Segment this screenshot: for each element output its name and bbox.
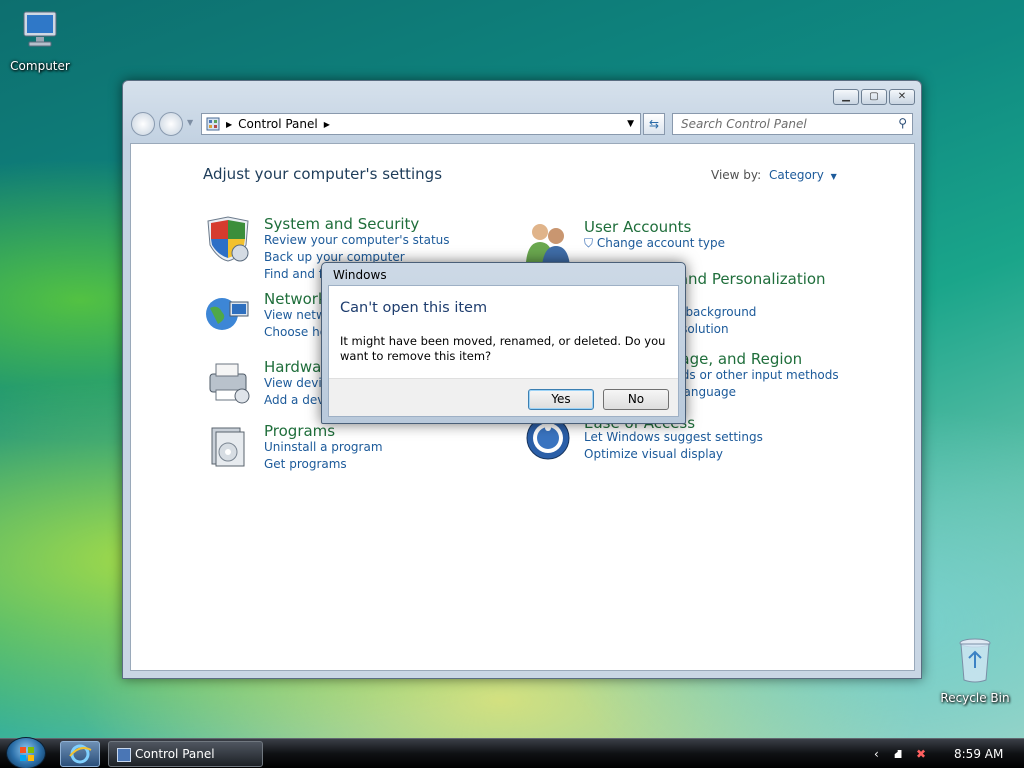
control-panel-icon	[117, 748, 131, 762]
search-icon[interactable]: ⚲	[898, 116, 907, 130]
programs-icon	[211, 427, 245, 467]
printer-icon	[209, 363, 250, 404]
windows-logo-icon	[20, 747, 34, 761]
navigation-bar: ▼ ▶ Control Panel ▶ ▼ ⇆ Search Control P…	[131, 111, 913, 137]
address-bar[interactable]: ▶ Control Panel ▶ ▼	[201, 113, 641, 135]
category-title[interactable]: User Accounts	[584, 218, 691, 236]
recent-pages-dropdown[interactable]: ▼	[187, 118, 193, 127]
yes-button[interactable]: Yes	[528, 389, 594, 410]
view-by-label: View by:	[711, 168, 762, 182]
forward-button[interactable]	[159, 112, 183, 136]
clock[interactable]: 8:59 AM	[954, 747, 1003, 761]
dialog-message: It might have been moved, renamed, or de…	[340, 334, 666, 363]
page-title: Adjust your computer's settings	[203, 165, 443, 183]
users-icon	[526, 224, 570, 266]
category-link[interactable]: ⛉ Change account type	[584, 236, 725, 251]
window-controls: ▁ ▢ ✕	[833, 89, 915, 105]
breadcrumb-separator-icon[interactable]: ▶	[324, 120, 330, 129]
volume-muted-icon[interactable]: ✖	[916, 747, 926, 761]
category-link[interactable]: Let Windows suggest settings	[584, 430, 763, 444]
desktop-icon-computer[interactable]: Computer	[0, 8, 80, 73]
category-title[interactable]: System and Security	[264, 215, 419, 233]
error-dialog: Windows Can't open this item It might ha…	[321, 262, 686, 424]
shield-icon	[207, 216, 249, 262]
dialog-body: Can't open this item It might have been …	[328, 285, 679, 417]
close-button[interactable]: ✕	[889, 89, 915, 105]
address-dropdown-icon[interactable]: ▼	[627, 119, 634, 129]
refresh-button[interactable]: ⇆	[643, 113, 665, 135]
recycle-bin-icon	[959, 638, 991, 683]
network-icon[interactable]: ⛘	[894, 747, 902, 763]
dialog-title: Windows	[333, 268, 387, 282]
category-link[interactable]: Review your computer's status	[264, 233, 450, 247]
network-globe-icon	[206, 298, 249, 330]
category-title[interactable]: Programs	[264, 422, 335, 440]
category-link[interactable]: Get programs	[264, 457, 347, 471]
internet-explorer-icon	[69, 744, 92, 764]
search-placeholder: Search Control Panel	[681, 117, 807, 131]
view-by-value: Category	[769, 168, 824, 182]
breadcrumb-control-panel[interactable]: Control Panel	[238, 117, 318, 131]
taskbar-item-control-panel[interactable]: Control Panel	[108, 741, 263, 767]
recycle-bin-label: Recycle Bin	[940, 691, 1010, 705]
search-input[interactable]: Search Control Panel ⚲	[672, 113, 913, 135]
computer-icon	[23, 11, 57, 47]
no-button[interactable]: No	[603, 389, 669, 410]
uac-shield-icon: ⛉	[584, 236, 594, 250]
taskbar: Control Panel ‹ ⛘ ✖ 8:59 AM	[0, 737, 1024, 768]
show-hidden-icons-chevron-icon[interactable]: ‹	[874, 747, 879, 761]
category-link[interactable]: Optimize visual display	[584, 447, 723, 461]
breadcrumb-separator-icon[interactable]: ▶	[226, 120, 232, 129]
category-link[interactable]: Uninstall a program	[264, 440, 383, 454]
start-button[interactable]	[6, 737, 46, 768]
maximize-button[interactable]: ▢	[861, 89, 887, 105]
dialog-footer: Yes No	[329, 378, 678, 416]
category-link-label: Change account type	[596, 236, 726, 250]
computer-label: Computer	[10, 59, 70, 73]
minimize-button[interactable]: ▁	[833, 89, 859, 105]
control-panel-icon	[206, 117, 220, 131]
dialog-heading: Can't open this item	[340, 300, 488, 316]
view-by-dropdown[interactable]: Category ▼	[769, 168, 837, 182]
desktop-icon-recycle-bin[interactable]: Recycle Bin	[935, 636, 1015, 705]
system-tray: ‹ ⛘ ✖ 8:59 AM	[864, 739, 1024, 768]
chevron-down-icon: ▼	[830, 172, 837, 181]
quick-launch-internet-explorer[interactable]	[60, 741, 100, 767]
back-button[interactable]	[131, 112, 155, 136]
taskbar-item-label: Control Panel	[135, 747, 215, 761]
